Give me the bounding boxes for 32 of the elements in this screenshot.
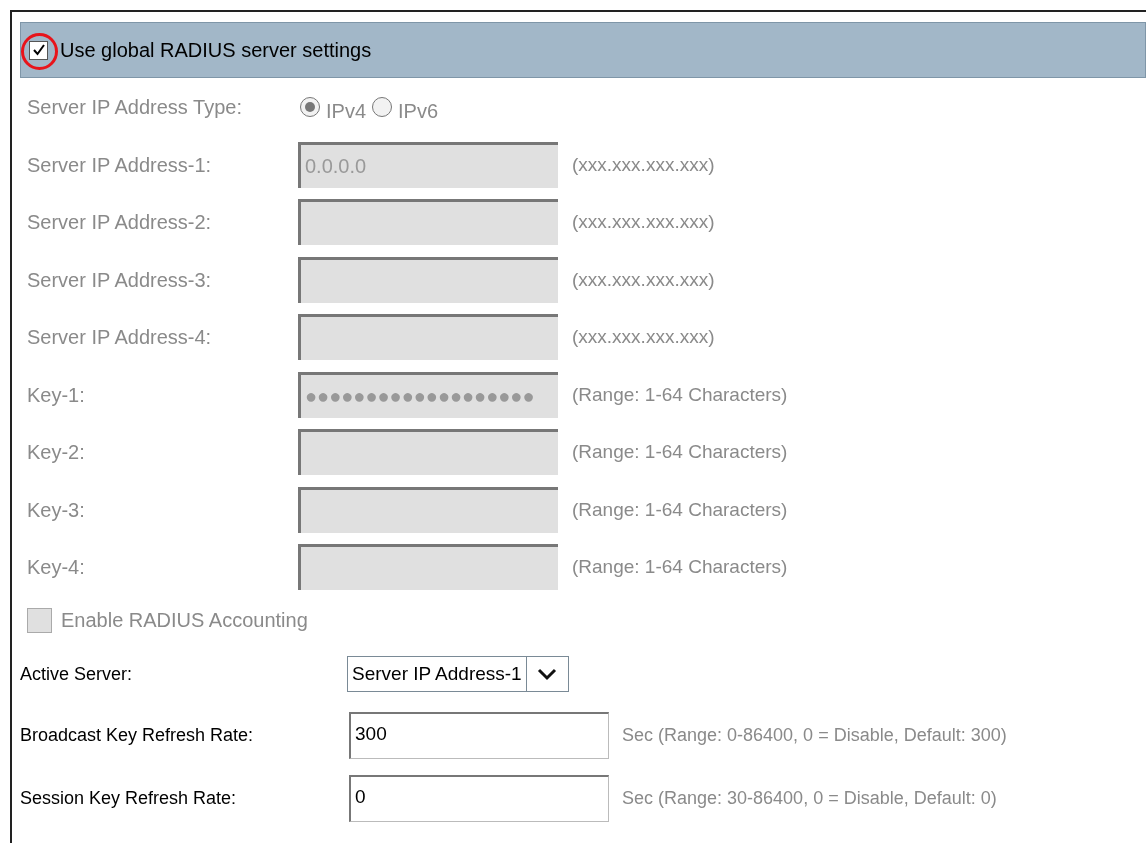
field-hint: Sec (Range: 0-86400, 0 = Disable, Default: 300) [622,724,1007,747]
radio-label: IPv6 [398,99,439,124]
field-label: Server IP Address Type: [27,95,243,120]
field-hint: (xxx.xxx.xxx.xxx) [572,210,715,234]
field-hint: (Range: 1-64 Characters) [572,497,788,522]
field-label: Active Server: [20,662,134,686]
radio-label: IPv4 [326,99,367,124]
input-field[interactable]: 0 [349,775,609,822]
input-field[interactable]: 300 [349,712,609,759]
checkbox[interactable] [29,40,48,60]
field-label: Key-4: [27,555,86,581]
checkbox-label: Enable RADIUS Accounting [61,608,308,633]
field-label: Key-3: [27,497,86,523]
checkmark-icon [31,43,46,57]
field-label: Server IP Address-3: [27,267,213,293]
field-hint: (Range: 1-64 Characters) [572,440,788,464]
field-label: Session Key Refresh Rate: [20,787,238,810]
checkbox-label: Use global RADIUS server settings [60,38,372,63]
field-hint: Sec (Range: 30-86400, 0 = Disable, Default: 0) [622,787,997,810]
field-label: Server IP Address-4: [27,325,213,351]
field-label: Server IP Address-2: [27,210,213,236]
field-label: Key-2: [27,440,86,466]
chevron-down-icon [537,667,558,681]
field-hint: (Range: 1-64 Characters) [572,382,788,407]
field-label: Key-1: [27,382,86,408]
field-hint: (xxx.xxx.xxx.xxx) [572,152,715,177]
field-hint: (xxx.xxx.xxx.xxx) [572,325,715,349]
field-label: Server IP Address-1: [27,152,213,178]
field-hint: (xxx.xxx.xxx.xxx) [572,267,715,292]
dropdown[interactable]: Server IP Address-1 [347,656,569,692]
field-label: Broadcast Key Refresh Rate: [20,724,255,747]
field-hint: (Range: 1-64 Characters) [572,555,788,579]
